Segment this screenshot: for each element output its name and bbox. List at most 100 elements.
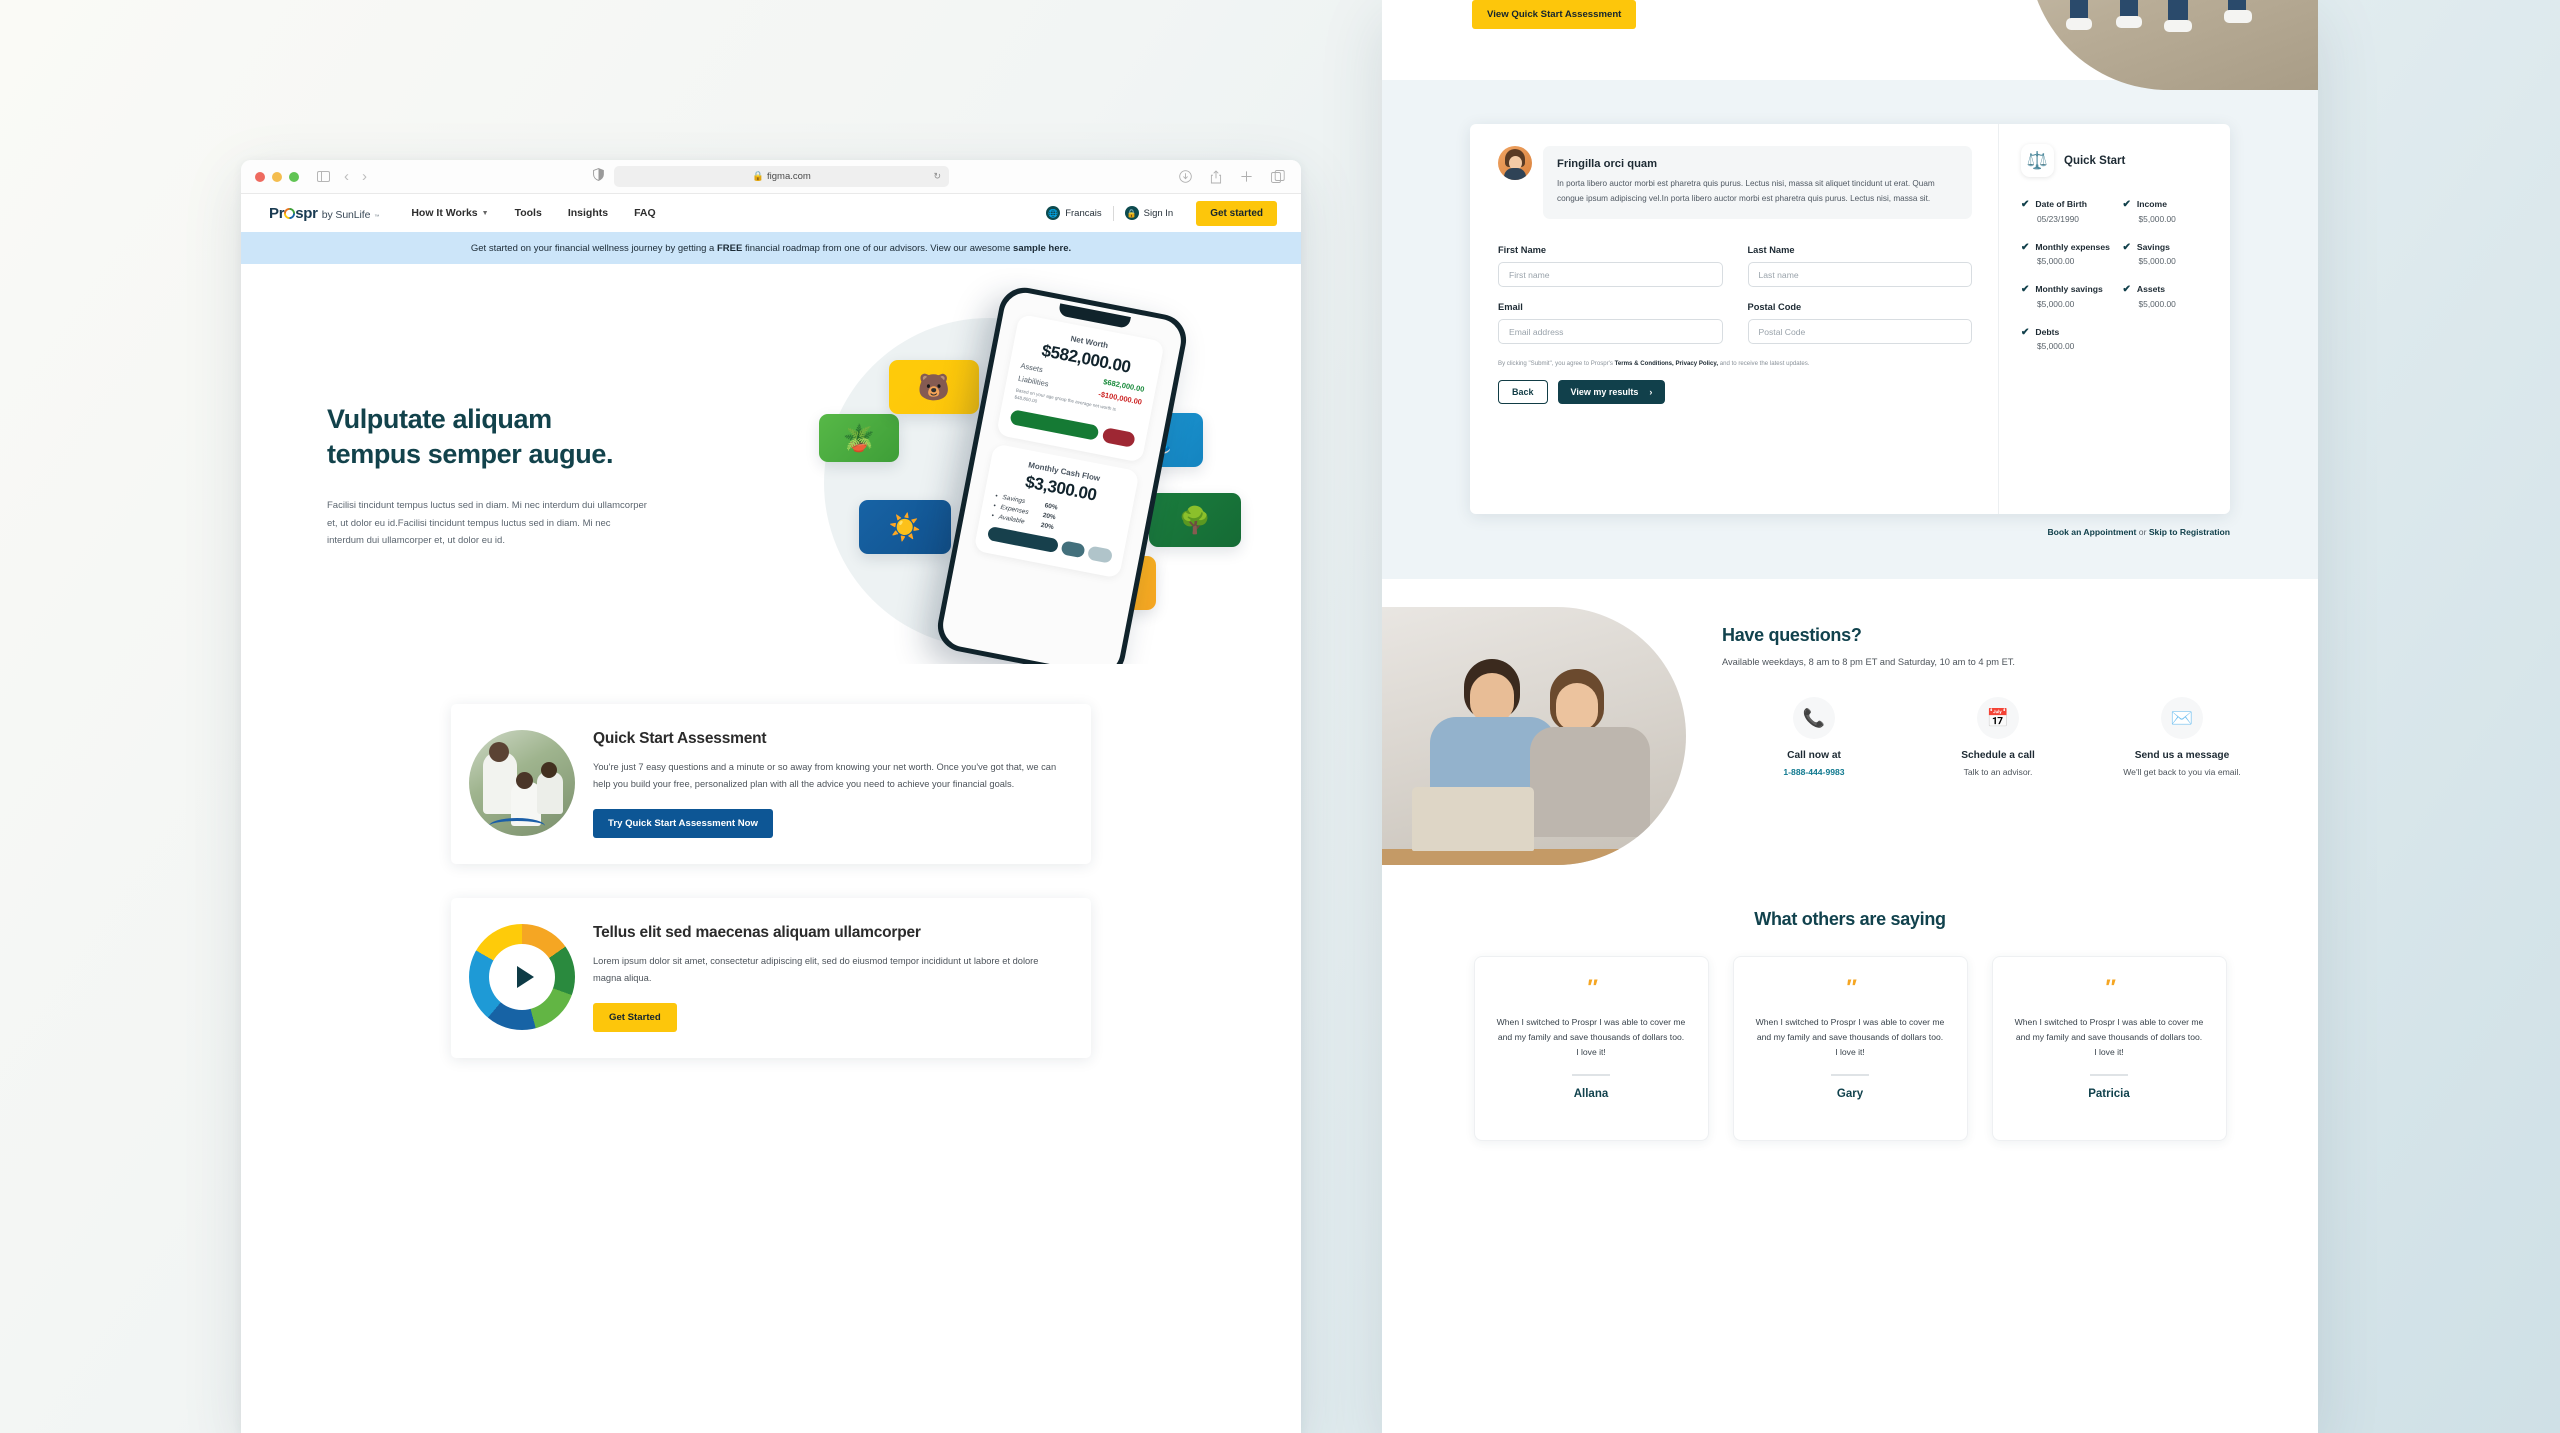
photo-shoe <box>2116 16 2142 28</box>
testimonial-author: Allana <box>1573 1087 1609 1100</box>
nav-item-tools[interactable]: Tools <box>515 207 542 219</box>
download-icon[interactable] <box>1179 170 1192 183</box>
get-started-card-button[interactable]: Get Started <box>593 1002 677 1032</box>
shield-icon[interactable] <box>593 167 604 186</box>
plant-tile: 🪴 <box>819 414 899 462</box>
announcement-text: Get started on your financial wellness j… <box>471 243 1071 254</box>
phone-icon: 📞 <box>1793 697 1835 739</box>
browser-toolbar-right[interactable] <box>1179 169 1285 184</box>
last-name-label: Last Name <box>1747 245 1795 256</box>
photo-figure-child2 <box>537 772 563 814</box>
nav-item-faq[interactable]: FAQ <box>634 207 656 219</box>
browser-nav-arrows[interactable]: ‹ › <box>344 168 367 185</box>
play-icon[interactable] <box>516 965 534 988</box>
testimonials-section: What others are saying ″ When I switched… <box>1382 899 2318 1181</box>
summary-item-name: Monthly expenses <box>2035 241 2110 252</box>
back-button[interactable]: Back <box>1498 379 1548 404</box>
photo-shoe <box>2224 10 2252 23</box>
legal-disclaimer: By clicking "Submit", you agree to Prosp… <box>1498 359 1972 369</box>
last-name-input[interactable] <box>1747 262 1972 288</box>
quick-start-summary: ⚖️ Quick Start ✔ Date of Birth 05/23/199… <box>1998 124 2230 514</box>
questions-subheading: Available weekdays, 8 am to 8 pm ET and … <box>1722 657 2016 667</box>
book-appointment-link[interactable]: Book an Appointment <box>2047 527 2136 537</box>
testimonials-row: ″ When I switched to Prospr I was able t… <box>1382 956 2318 1141</box>
quote-icon: ″ <box>2104 975 2115 1000</box>
contact-option-schedule[interactable]: 📅 Schedule a call Talk to an advisor. <box>1906 697 2090 779</box>
announcement-part1: Get started on your financial wellness j… <box>470 242 717 254</box>
minimize-window-button[interactable] <box>272 171 282 182</box>
card-body-text: You're just 7 easy questions and a minut… <box>593 762 1057 789</box>
quick-start-header: ⚖️ Quick Start <box>2021 144 2212 177</box>
bullet-icon: • <box>994 492 999 500</box>
postal-code-field-group: Postal Code <box>1747 302 1972 345</box>
sun-tile: ☀️ <box>859 500 951 554</box>
plant-icon: 🪴 <box>842 422 876 453</box>
video-donut-ring[interactable] <box>469 923 575 1030</box>
plus-icon[interactable] <box>1240 170 1253 183</box>
view-my-results-button[interactable]: View my results › <box>1557 379 1666 404</box>
maximize-window-button[interactable] <box>289 171 299 182</box>
summary-item: ✔ Savings $5,000.00 <box>2123 242 2213 267</box>
summary-item: ✔ Debts $5,000.00 <box>2021 327 2111 352</box>
contact-phone-number[interactable]: 1-888-444-9983 <box>1722 766 1906 779</box>
tabs-icon[interactable] <box>1271 170 1285 183</box>
window-traffic-lights[interactable] <box>255 171 299 182</box>
share-icon[interactable] <box>1210 169 1222 184</box>
family-photo <box>469 730 575 836</box>
photo-laptop <box>1412 787 1534 851</box>
address-bar[interactable]: 🔒 figma.com ↻ <box>614 166 949 187</box>
nav-item-label: How It Works <box>411 207 478 219</box>
forward-arrow-icon[interactable]: › <box>362 168 367 185</box>
url-text: figma.com <box>767 171 811 182</box>
summary-item-name: Date of Birth <box>2035 199 2087 209</box>
get-started-button[interactable]: Get started <box>1196 200 1277 226</box>
first-name-field-group: First Name <box>1498 245 1723 288</box>
advisor-bubble: Fringilla orci quam In porta libero auct… <box>1543 146 1972 220</box>
announcement-sample-link[interactable]: sample here. <box>1013 243 1071 254</box>
summary-item-header: ✔ Monthly savings <box>2021 284 2111 296</box>
legal-pre: By clicking "Submit", you agree to Prosp… <box>1498 360 1615 368</box>
back-arrow-icon[interactable]: ‹ <box>344 168 349 185</box>
close-window-button[interactable] <box>255 171 265 182</box>
announcement-bar[interactable]: Get started on your financial wellness j… <box>241 232 1301 264</box>
privacy-link[interactable]: Privacy Policy, <box>1675 360 1718 367</box>
first-name-input[interactable] <box>1498 262 1723 288</box>
skip-registration-link[interactable]: Skip to Registration <box>2149 527 2230 537</box>
contact-option-message[interactable]: ✉️ Send us a message We'll get back to y… <box>2090 697 2274 779</box>
available-bar <box>1087 545 1114 564</box>
photo-desk <box>1382 849 1686 865</box>
view-quick-start-assessment-button[interactable]: View Quick Start Assessment <box>1472 0 1637 29</box>
quote-icon: ″ <box>1586 975 1597 1000</box>
nav-item-how-it-works[interactable]: How It Works ▼ <box>411 207 488 219</box>
summary-item-name: Assets <box>2136 284 2166 295</box>
logo-spr: spr <box>295 204 318 222</box>
language-switcher[interactable]: 🌐 Francais <box>1035 206 1112 220</box>
logo-colored-o <box>284 205 296 222</box>
contact-option-title: Schedule a call <box>1961 750 2035 761</box>
chevron-down-icon: ▼ <box>481 209 489 217</box>
summary-item-name: Savings <box>2136 241 2170 252</box>
summary-item-header: ✔ Assets <box>2123 284 2213 296</box>
sidebar-toggle-icon[interactable] <box>317 171 330 182</box>
summary-item-value: $5,000.00 <box>2037 256 2075 267</box>
terms-link[interactable]: Terms & Conditions, <box>1615 360 1674 367</box>
net-worth-card: Net Worth $582,000.00 Assets $682,000.00… <box>996 313 1165 463</box>
browser-chrome: ‹ › 🔒 figma.com ↻ <box>241 160 1301 194</box>
reload-icon[interactable]: ↻ <box>933 171 941 182</box>
photo-man-face <box>1470 673 1514 723</box>
postal-code-input[interactable] <box>1747 319 1972 345</box>
legal-post: and to receive the latest updates. <box>1718 360 1810 368</box>
video-card: Tellus elit sed maecenas aliquam ullamco… <box>451 897 1091 1058</box>
try-quick-start-assessment-button[interactable]: Try Quick Start Assessment Now <box>593 808 774 838</box>
summary-item: ✔ Assets $5,000.00 <box>2123 284 2213 309</box>
sign-in-link[interactable]: 🔒 Sign In <box>1114 206 1185 220</box>
nav-item-insights[interactable]: Insights <box>568 207 608 219</box>
email-input[interactable] <box>1498 319 1723 345</box>
logo-wordmark: Pr spr <box>269 205 318 222</box>
breakdown-value: 60% <box>1044 501 1059 512</box>
contact-option-call[interactable]: 📞 Call now at 1-888-444-9983 <box>1722 697 1906 779</box>
summary-item: ✔ Monthly savings $5,000.00 <box>2021 284 2111 309</box>
address-bar-group[interactable]: 🔒 figma.com ↻ <box>593 166 949 187</box>
prospr-logo[interactable]: Pr spr by SunLife ™ <box>269 205 379 222</box>
lock-icon: 🔒 <box>1124 206 1139 220</box>
